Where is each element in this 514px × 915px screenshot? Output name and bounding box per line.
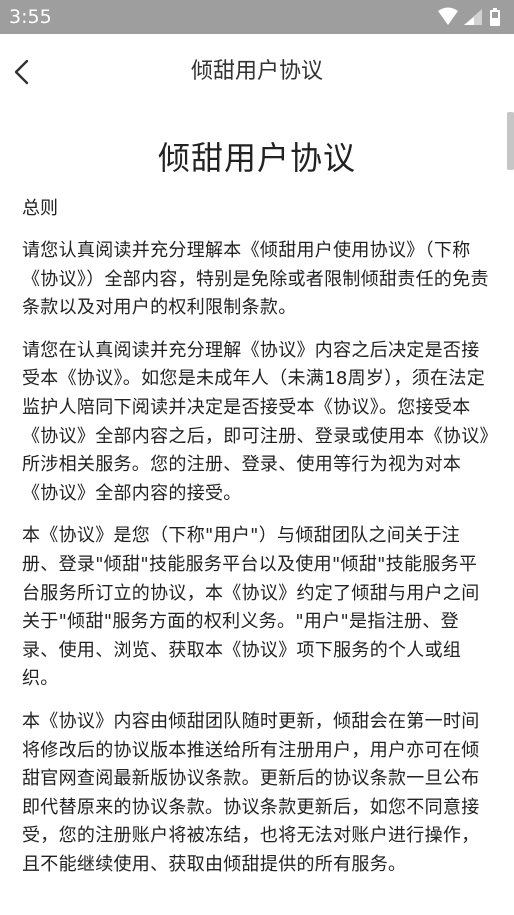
app-bar-title: 倾甜用户协议 xyxy=(190,59,323,84)
document-title: 倾甜用户协议 xyxy=(157,139,356,177)
agreement-content[interactable]: 倾甜用户协议 总则 请您认真阅读并充分理解本《倾甜用户使用协议》（下称《协议》）… xyxy=(22,118,492,893)
app-bar: 倾甜用户协议 xyxy=(0,34,514,110)
scrollbar-thumb[interactable] xyxy=(507,112,514,170)
signal-icon xyxy=(464,9,482,25)
status-icons xyxy=(438,7,500,26)
battery-icon xyxy=(490,8,500,26)
wifi-icon xyxy=(438,7,458,25)
paragraph-4: 本《协议》内容由倾甜团队随时更新，倾甜会在第一时间将修改后的协议版本推送给所有注… xyxy=(22,710,480,875)
paragraph-3: 本《协议》是您（下称"用户"）与倾甜团队之间关于注册、登录"倾甜"技能服务平台以… xyxy=(22,525,480,690)
section-heading: 总则 xyxy=(22,198,58,219)
paragraph-1: 请您认真阅读并充分理解本《倾甜用户使用协议》（下称《协议》）全部内容，特别是免除… xyxy=(22,240,489,319)
status-time: 3:55 xyxy=(9,6,52,28)
paragraph-2: 请您在认真阅读并充分理解《协议》内容之后决定是否接受本《协议》。如您是未成年人（… xyxy=(22,339,489,504)
status-bar: 3:55 xyxy=(0,0,514,34)
